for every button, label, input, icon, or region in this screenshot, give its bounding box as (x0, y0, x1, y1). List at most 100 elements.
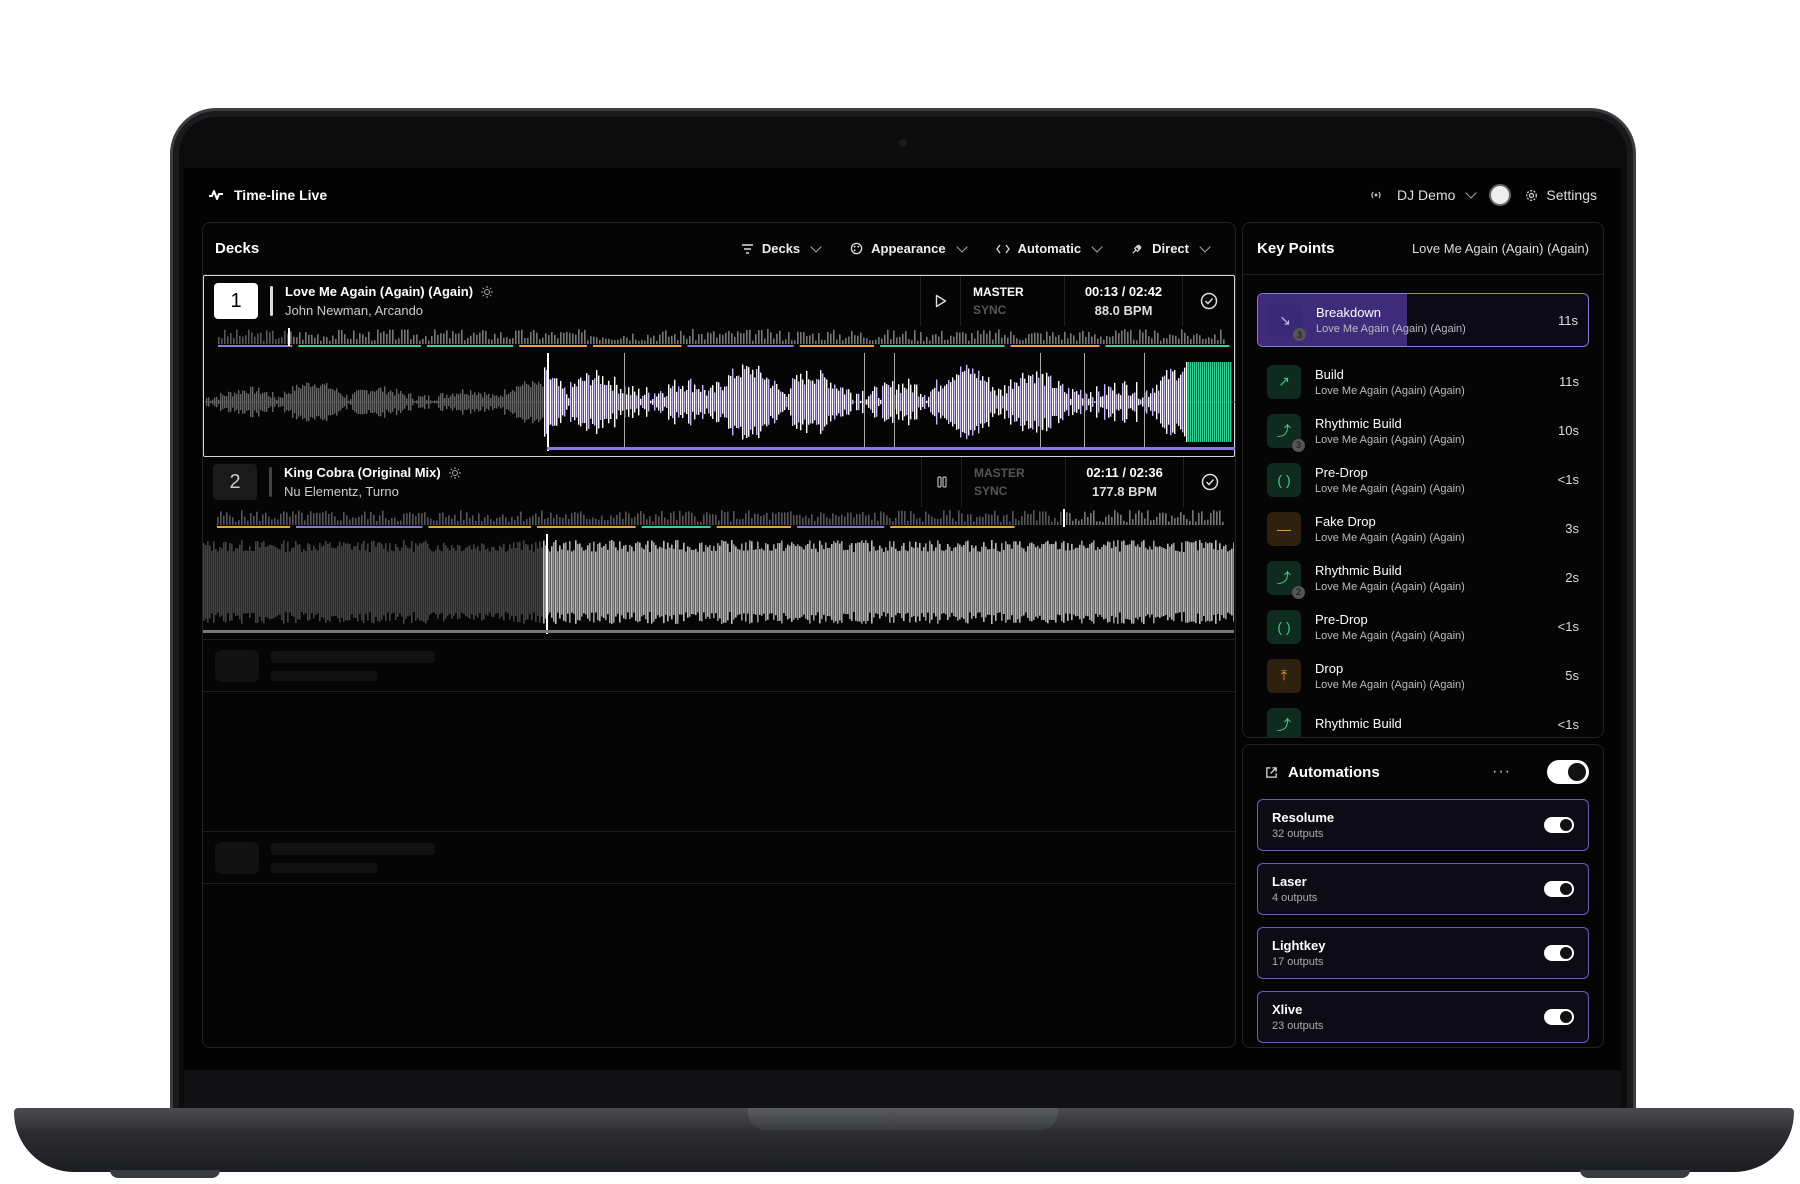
laptop-hinge-notch (748, 1108, 1058, 1130)
key-point-duration: 2s (1565, 570, 1579, 585)
deck-1-overview-waveform[interactable] (204, 326, 1235, 348)
automation-toggle[interactable] (1544, 881, 1574, 897)
key-point-item[interactable]: ↗ Build Love Me Again (Again) (Again) 11s (1257, 357, 1589, 406)
more-options-icon[interactable]: ··· (1492, 763, 1511, 781)
key-point-name: Rhythmic Build (1315, 415, 1402, 431)
empty-deck-area (203, 692, 1235, 832)
sync-button[interactable]: SYNC (974, 484, 1007, 498)
parentheses-icon: ( ) (1267, 462, 1301, 497)
appearance-dropdown[interactable]: Appearance (850, 240, 968, 256)
settings-label: Settings (1546, 187, 1597, 203)
deck-2-overview-waveform[interactable] (203, 507, 1234, 529)
broadcast-icon (1369, 190, 1383, 200)
app-screen: Time-line Live DJ Demo Settings Decks De… (184, 168, 1621, 1070)
deck-1-waveform[interactable] (204, 353, 1235, 451)
avatar[interactable] (1489, 184, 1512, 206)
direct-dropdown[interactable]: Direct (1131, 240, 1211, 256)
key-points-panel: Key Points Love Me Again (Again) (Again)… (1242, 222, 1604, 738)
pause-button[interactable] (921, 457, 961, 507)
automation-item[interactable]: Laser 4 outputs (1257, 863, 1589, 915)
play-button[interactable] (920, 276, 960, 326)
track-bpm: 177.8 BPM (1091, 484, 1158, 499)
key-point-duration: 11s (1558, 312, 1578, 328)
automatic-dropdown[interactable]: Automatic (995, 240, 1103, 256)
app-brand[interactable]: Time-line Live (208, 187, 327, 203)
palette-icon (850, 242, 863, 255)
key-point-item[interactable]: ⤴ 2 Rhythmic Build Love Me Again (Again) (A… (1257, 553, 1589, 602)
laptop-foot (110, 1170, 220, 1178)
track-time: 02:11 / 02:36 (1086, 465, 1163, 480)
key-point-duration: <1s (1557, 619, 1579, 634)
key-point-item[interactable]: ↘ 3 Breakdown Love Me Again (Again) (Again)… (1257, 293, 1589, 347)
parentheses-icon: ( ) (1267, 609, 1301, 644)
key-point-track: Love Me Again (Again) (Again) (1315, 678, 1465, 691)
code-arrows-icon (995, 244, 1010, 254)
deck-2-waveform[interactable] (203, 534, 1235, 634)
external-link-icon (1265, 766, 1278, 779)
play-icon (935, 294, 947, 308)
arrow-up-bar-icon: ⤒ (1267, 658, 1301, 693)
chevron-down-icon (810, 240, 822, 253)
key-point-item[interactable]: ( ) Pre-Drop Love Me Again (Again) (Again)… (1257, 602, 1589, 651)
automation-toggle[interactable] (1544, 1009, 1574, 1025)
user-menu[interactable]: DJ Demo (1397, 187, 1478, 203)
pulse-logo-icon (208, 189, 224, 201)
key-point-item[interactable]: ⤴ 3 Rhythmic Build Love Me Again (Again) (A… (1257, 406, 1589, 455)
ready-check-button[interactable] (1183, 457, 1235, 507)
sun-icon (448, 466, 461, 479)
key-point-track: Love Me Again (Again) (Again) (1316, 323, 1466, 335)
deck-number: 1 (214, 283, 258, 319)
automation-outputs: 17 outputs (1272, 956, 1324, 968)
settings-button[interactable]: Settings (1525, 187, 1597, 203)
key-point-name: Pre-Drop (1315, 464, 1368, 480)
automations-list: Resolume 32 outputs Laser 4 outputs Lightkey… (1243, 799, 1603, 1043)
laptop-foot (1580, 1170, 1690, 1178)
ready-check-button[interactable] (1182, 276, 1234, 326)
automation-toggle[interactable] (1544, 817, 1574, 833)
deck-indicator (269, 467, 272, 497)
empty-deck-placeholder (203, 640, 1235, 692)
sync-button[interactable]: SYNC (973, 303, 1006, 317)
key-point-duration: <1s (1557, 717, 1579, 732)
automation-toggle[interactable] (1544, 945, 1574, 961)
automations-title: Automations (1288, 763, 1380, 781)
user-name: DJ Demo (1397, 187, 1456, 203)
deck-2[interactable]: 2 King Cobra (Original Mix) Nu Elementz,… (203, 457, 1235, 640)
automation-name: Lightkey (1272, 938, 1326, 953)
master-button[interactable]: MASTER (973, 285, 1024, 299)
automation-item[interactable]: Resolume 32 outputs (1257, 799, 1589, 851)
key-point-duration: 11s (1559, 374, 1579, 389)
key-point-item[interactable]: ⤒ Drop Love Me Again (Again) (Again) 5s (1257, 651, 1589, 700)
arrow-up-right-icon: ↗ (1267, 364, 1301, 399)
automations-master-toggle[interactable] (1547, 760, 1589, 784)
track-title: Love Me Again (Again) (Again) (285, 284, 474, 299)
decks-filter-dropdown[interactable]: Decks (741, 240, 822, 256)
filter-label: Automatic (1017, 241, 1082, 256)
key-point-item[interactable]: ( ) Pre-Drop Love Me Again (Again) (Again)… (1257, 455, 1589, 504)
master-button[interactable]: MASTER (974, 466, 1025, 480)
filter-label: Appearance (871, 241, 946, 256)
deck-1[interactable]: 1 Love Me Again (Again) (Again) John New… (203, 275, 1235, 457)
filter-label: Decks (761, 241, 801, 256)
key-points-list: ↘ 3 Breakdown Love Me Again (Again) (Again)… (1243, 275, 1603, 737)
key-point-track: Love Me Again (Again) (Again) (1315, 482, 1465, 495)
track-time: 00:13 / 02:42 (1084, 284, 1163, 299)
filter-label: Direct (1152, 241, 1189, 256)
key-point-name: Breakdown (1316, 305, 1382, 320)
key-point-name: Drop (1315, 660, 1344, 676)
sun-icon (481, 285, 494, 298)
automation-item[interactable]: Lightkey 17 outputs (1257, 927, 1589, 979)
automation-outputs: 32 outputs (1272, 828, 1324, 840)
trend-up-icon: ⤴ 2 (1267, 560, 1305, 599)
chevron-down-icon (1199, 240, 1211, 253)
automation-item[interactable]: Xlive 23 outputs (1257, 991, 1589, 1043)
count-badge: 3 (1293, 328, 1306, 341)
deck-number: 2 (213, 464, 257, 500)
key-point-item[interactable]: — Fake Drop Love Me Again (Again) (Again) 3… (1257, 504, 1589, 553)
key-point-name: Rhythmic Build (1315, 715, 1402, 731)
key-point-duration: 5s (1565, 668, 1579, 683)
key-point-track: Love Me Again (Again) (Again) (1315, 580, 1465, 593)
decks-panel: Decks Decks Appearance Automatic Direct … (202, 222, 1236, 1048)
key-point-track: Love Me Again (Again) (Again) (1315, 629, 1465, 642)
track-artist: John Newman, Arcando (285, 303, 424, 318)
